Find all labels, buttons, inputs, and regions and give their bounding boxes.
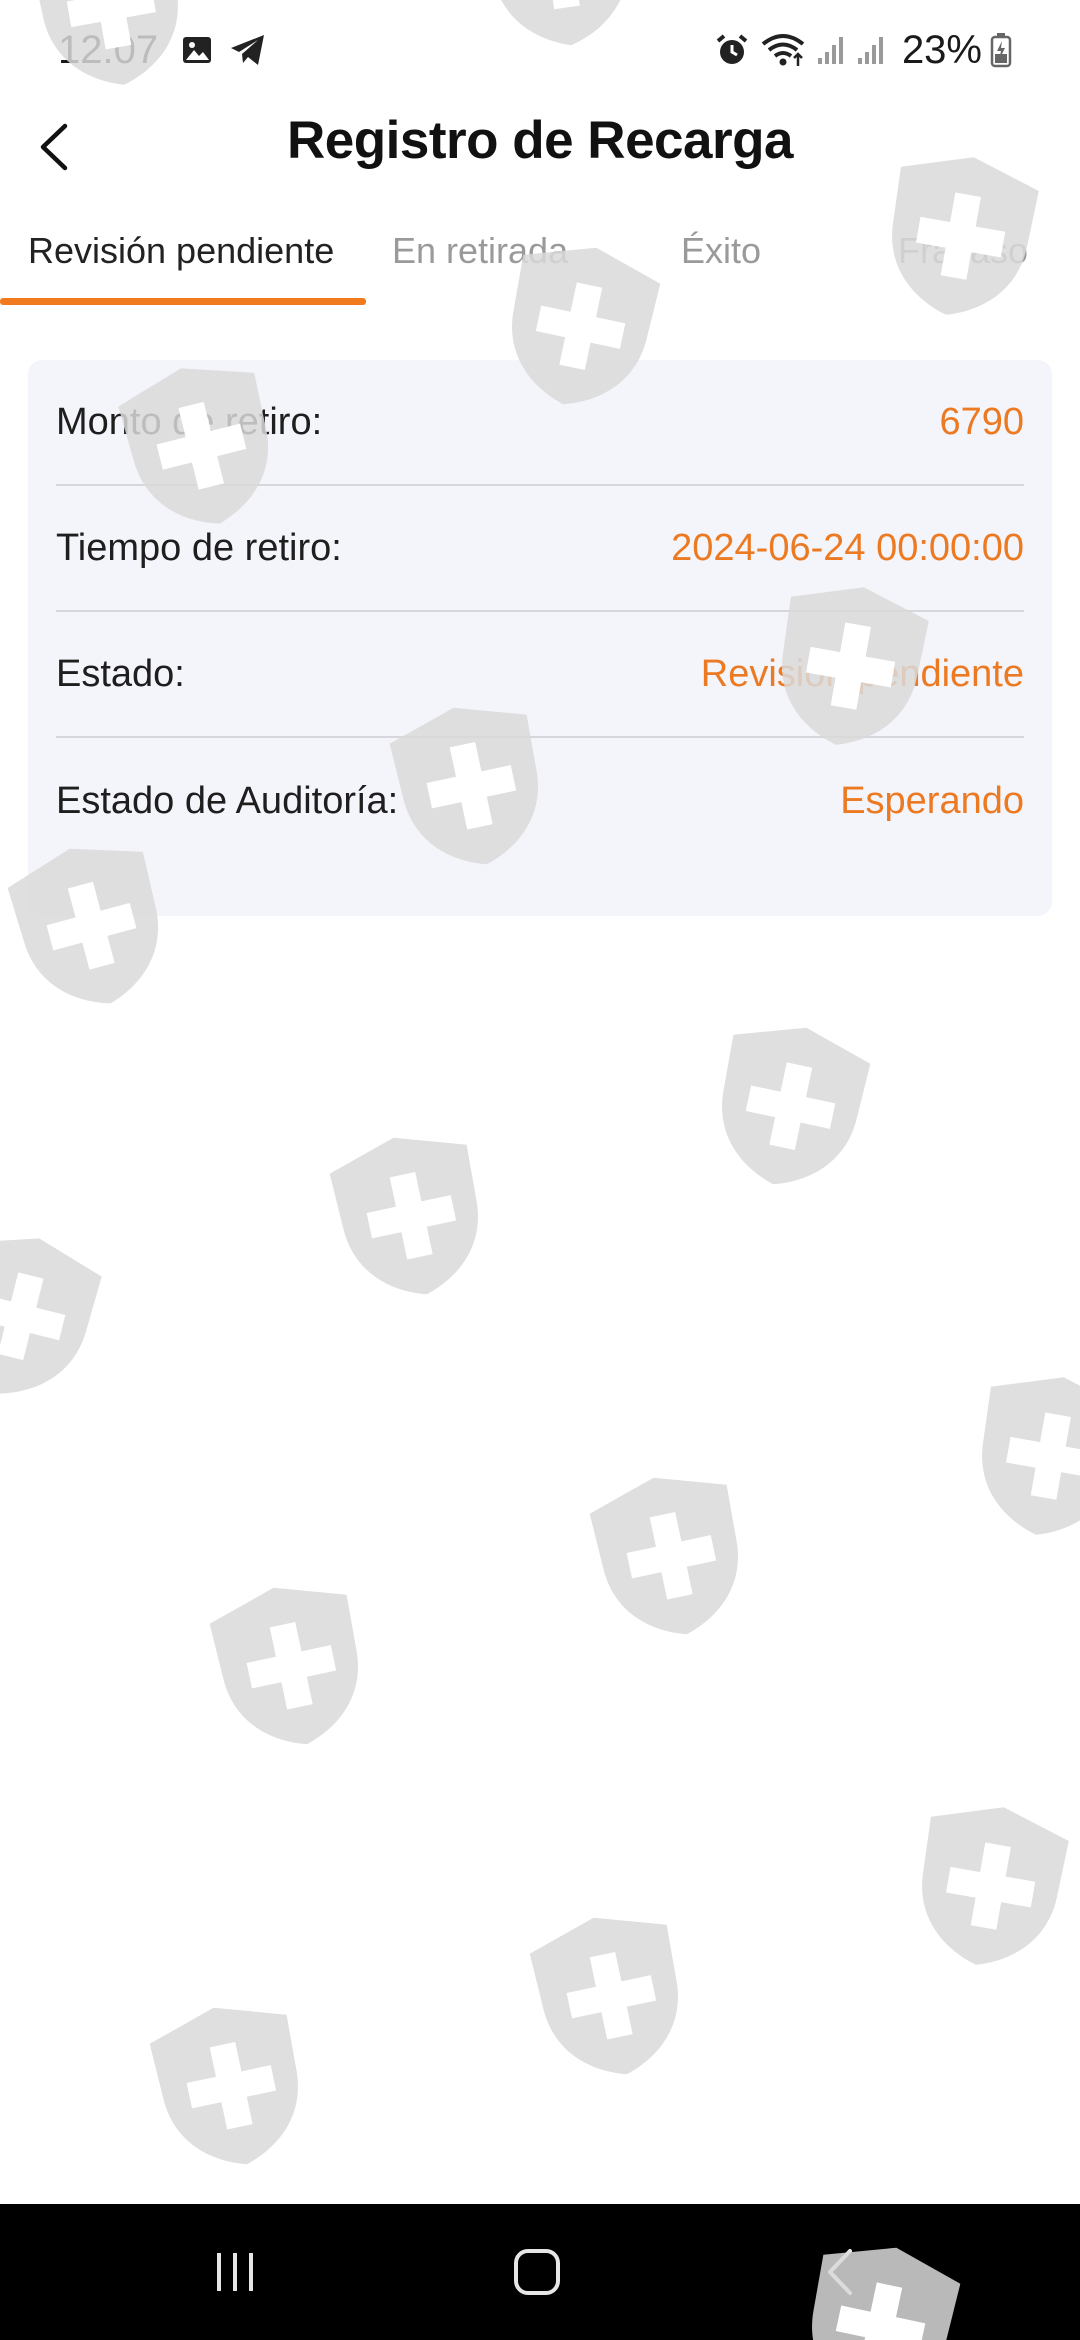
recharge-record-card[interactable]: Monto de retiro: 6790 Tiempo de retiro: … (28, 360, 1052, 916)
tab-in-withdrawal[interactable]: En retirada (392, 230, 568, 272)
row-value: 6790 (939, 400, 1024, 443)
tab-failure[interactable]: Fracaso (898, 230, 1028, 272)
alarm-icon (714, 32, 750, 68)
home-icon (514, 2249, 560, 2295)
status-tabs: Revisión pendiente En retirada Éxito Fra… (0, 220, 1080, 310)
shield-plus-icon (514, 1895, 706, 2095)
watermark-layer (0, 0, 1080, 2340)
status-bar: 12:07 23% (0, 0, 1080, 100)
row-value: 2024-06-24 00:00:00 (671, 526, 1024, 569)
shield-plus-icon (574, 1455, 766, 1655)
nav-back-button[interactable] (740, 2204, 940, 2340)
row-label: Estado: (56, 652, 185, 695)
row-value: Revisión pendiente (700, 652, 1024, 695)
record-row-audit-status: Estado de Auditoría: Esperando (56, 738, 1024, 864)
telegram-icon (228, 32, 268, 68)
signal-icon (816, 34, 846, 66)
shield-plus-icon (694, 1005, 886, 1205)
wifi-icon (760, 32, 806, 68)
record-row-status: Estado: Revisión pendiente (56, 612, 1024, 738)
shield-plus-icon (0, 1213, 118, 1417)
row-label: Estado de Auditoría: (56, 779, 399, 822)
record-row-time: Tiempo de retiro: 2024-06-24 00:00:00 (56, 486, 1024, 612)
signal-icon (856, 34, 886, 66)
tab-pending-review[interactable]: Revisión pendiente (28, 230, 334, 272)
row-value: Esperando (840, 779, 1024, 822)
recent-apps-button[interactable] (135, 2204, 335, 2340)
shield-plus-icon (956, 1357, 1080, 1552)
active-tab-indicator (0, 298, 366, 305)
battery-icon (990, 32, 1012, 68)
shield-plus-icon (314, 1115, 506, 1315)
shield-plus-icon (194, 1565, 386, 1765)
home-button[interactable] (437, 2204, 637, 2340)
system-navigation-bar (0, 2204, 1080, 2340)
page-title: Registro de Recarga (287, 111, 793, 170)
gallery-icon (180, 33, 214, 67)
shield-plus-icon (134, 1985, 326, 2185)
battery-percent: 23% (901, 27, 982, 72)
shield-plus-icon (896, 1787, 1080, 1982)
status-right-group: 23% (714, 28, 1022, 73)
row-label: Tiempo de retiro: (56, 526, 342, 569)
status-time: 12:07 (58, 27, 159, 72)
app-screen: 12:07 23% Registro de Recarga Revisión p… (0, 0, 1080, 2340)
app-header: Registro de Recarga (0, 100, 1080, 190)
tab-success[interactable]: Éxito (681, 230, 761, 272)
back-icon (828, 2249, 852, 2295)
recent-apps-icon (217, 2253, 253, 2291)
record-row-amount: Monto de retiro: 6790 (56, 360, 1024, 486)
row-label: Monto de retiro: (56, 400, 323, 443)
